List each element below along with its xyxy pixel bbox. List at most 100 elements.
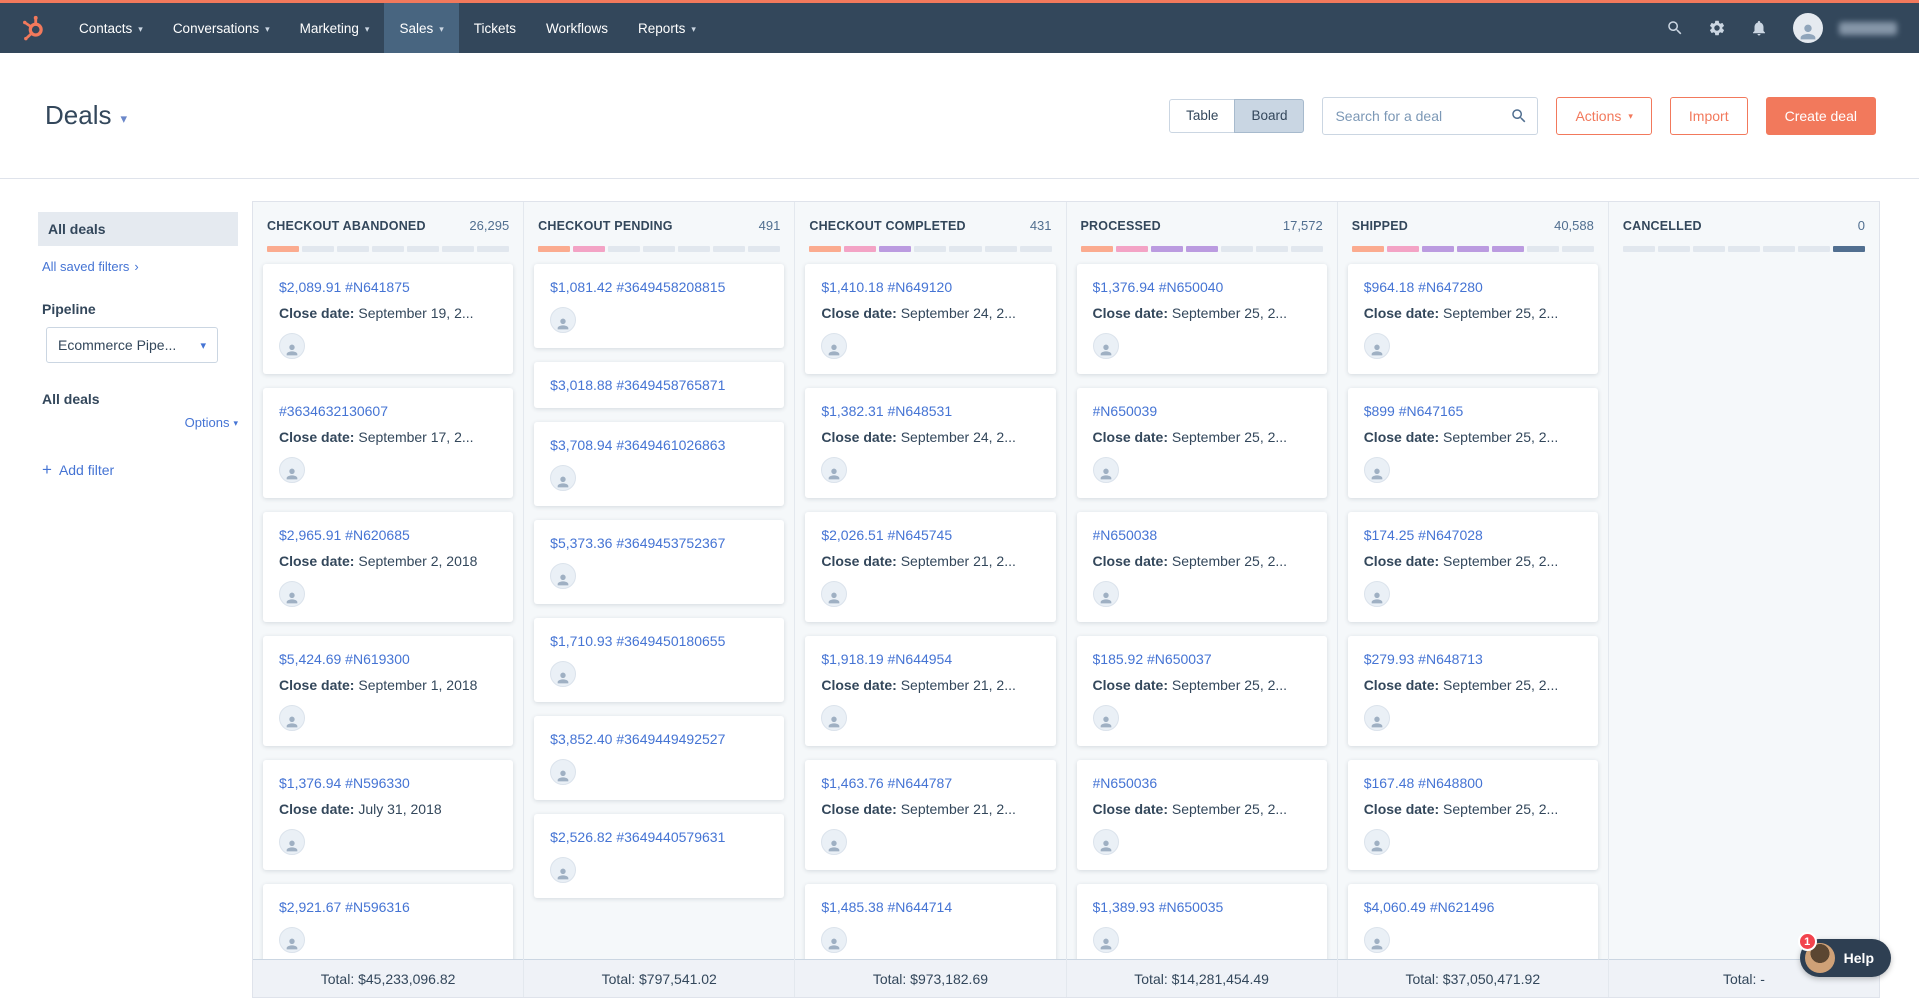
search-icon[interactable] [1510, 107, 1528, 128]
deal-title-link[interactable]: $899 #N647165 [1364, 403, 1582, 419]
deal-title-link[interactable]: $185.92 #N650037 [1093, 651, 1311, 667]
pipeline-select[interactable]: Ecommerce Pipe... ▾ [46, 327, 218, 363]
deal-title-link[interactable]: $5,373.36 #3649453752367 [550, 535, 768, 551]
deal-title-link[interactable]: #3634632130607 [279, 403, 497, 419]
deal-card[interactable]: $2,089.91 #N641875 Close date: September … [263, 264, 514, 374]
deal-card[interactable]: $1,389.93 #N650035 [1076, 884, 1327, 959]
deal-card[interactable]: $1,710.93 #3649450180655 [534, 618, 785, 702]
deal-card[interactable]: $1,485.38 #N644714 [805, 884, 1056, 959]
deal-card[interactable]: $2,921.67 #N596316 [263, 884, 514, 959]
deal-card[interactable]: $3,708.94 #3649461026863 [534, 422, 785, 506]
deal-title-link[interactable]: $1,463.76 #N644787 [821, 775, 1039, 791]
column-name: CHECKOUT PENDING [538, 219, 673, 233]
deal-card[interactable]: $1,376.94 #N596330 Close date: July 31, 2… [263, 760, 514, 870]
deal-title-link[interactable]: $1,710.93 #3649450180655 [550, 633, 768, 649]
deal-title-link[interactable]: $2,965.91 #N620685 [279, 527, 497, 543]
nav-item-sales[interactable]: Sales ▾ [384, 3, 459, 53]
deal-title-link[interactable]: $1,376.94 #N650040 [1093, 279, 1311, 295]
deal-card[interactable]: $174.25 #N647028 Close date: September 25… [1347, 512, 1598, 622]
deal-title-link[interactable]: #N650036 [1093, 775, 1311, 791]
deal-title-link[interactable]: $5,424.69 #N619300 [279, 651, 497, 667]
deal-card[interactable]: $185.92 #N650037 Close date: September 25… [1076, 636, 1327, 746]
nav-item-conversations[interactable]: Conversations ▾ [158, 3, 285, 53]
deal-card[interactable]: $1,463.76 #N644787 Close date: September … [805, 760, 1056, 870]
pipeline-column: CHECKOUT ABANDONED 26,295 $2,089.91 #N6418… [253, 202, 525, 997]
deal-title-link[interactable]: $1,918.19 #N644954 [821, 651, 1039, 667]
board-view-button[interactable]: Board [1234, 98, 1305, 133]
deal-card[interactable]: $3,018.88 #3649458765871 [534, 362, 785, 408]
deal-card[interactable]: $2,965.91 #N620685 Close date: September … [263, 512, 514, 622]
deal-title-link[interactable]: $4,060.49 #N621496 [1364, 899, 1582, 915]
deal-card[interactable]: $4,060.49 #N621496 [1347, 884, 1598, 959]
nav-item-contacts[interactable]: Contacts ▾ [64, 3, 158, 53]
user-name-blurred[interactable] [1839, 21, 1897, 35]
deal-card[interactable]: $1,918.19 #N644954 Close date: September … [805, 636, 1056, 746]
deal-title-link[interactable]: $1,376.94 #N596330 [279, 775, 497, 791]
options-dropdown[interactable]: Options ▾ [38, 415, 238, 430]
deal-card[interactable]: #N650036 Close date: September 25, 2... [1076, 760, 1327, 870]
contact-avatar [1092, 927, 1119, 953]
create-deal-button[interactable]: Create deal [1765, 96, 1876, 135]
deal-card[interactable]: $167.48 #N648800 Close date: September 25… [1347, 760, 1598, 870]
deal-title-link[interactable]: $2,089.91 #N641875 [279, 279, 497, 295]
deal-title-link[interactable]: $174.25 #N647028 [1364, 527, 1582, 543]
table-view-button[interactable]: Table [1169, 98, 1236, 133]
deal-card[interactable]: $964.18 #N647280 Close date: September 25… [1347, 264, 1598, 374]
person-icon [1371, 938, 1383, 950]
deal-title-link[interactable]: $3,018.88 #3649458765871 [550, 377, 768, 393]
close-date-value: September 25, 2... [1443, 429, 1559, 445]
person-icon [829, 592, 840, 604]
deal-card[interactable]: #N650038 Close date: September 25, 2... [1076, 512, 1327, 622]
deal-card[interactable]: $5,373.36 #3649453752367 [534, 520, 785, 604]
deal-card[interactable]: $2,526.82 #3649440579631 [534, 814, 785, 898]
deal-card[interactable]: $899 #N647165 Close date: September 25, 2… [1347, 388, 1598, 498]
nav-item-workflows[interactable]: Workflows [531, 3, 623, 53]
close-date-label: Close date: [1092, 429, 1172, 445]
deal-card[interactable]: $1,410.18 #N649120 Close date: September … [805, 264, 1056, 374]
deal-card[interactable]: #N650039 Close date: September 25, 2... [1076, 388, 1327, 498]
close-date: Close date: September 25, 2... [1093, 677, 1311, 693]
person-icon [1371, 592, 1383, 604]
help-button[interactable]: 1 Help [1797, 932, 1891, 977]
bell-icon[interactable] [1741, 10, 1777, 46]
add-filter-button[interactable]: + Add filter [42, 461, 238, 478]
deal-title-link[interactable]: $167.48 #N648800 [1364, 775, 1582, 791]
gear-icon[interactable] [1699, 10, 1735, 46]
deal-title-link[interactable]: $2,526.82 #3649440579631 [550, 829, 768, 845]
hubspot-logo[interactable] [20, 3, 46, 53]
deal-title-link[interactable]: #N650038 [1093, 527, 1311, 543]
search-icon[interactable] [1657, 10, 1693, 46]
nav-item-tickets[interactable]: Tickets [459, 3, 531, 53]
import-button[interactable]: Import [1669, 96, 1748, 135]
deal-card[interactable]: $279.93 #N648713 Close date: September 25… [1347, 636, 1598, 746]
deal-title-link[interactable]: $2,026.51 #N645745 [821, 527, 1039, 543]
sidebar-item-all-deals[interactable]: All deals [38, 212, 238, 246]
deal-card[interactable]: $5,424.69 #N619300 Close date: September … [263, 636, 514, 746]
deal-title-link[interactable]: $3,852.40 #3649449492527 [550, 731, 768, 747]
deal-title-link[interactable]: #N650039 [1093, 403, 1311, 419]
user-avatar[interactable] [1793, 13, 1823, 43]
deal-title-link[interactable]: $1,485.38 #N644714 [821, 899, 1039, 915]
deal-card[interactable]: $2,026.51 #N645745 Close date: September … [805, 512, 1056, 622]
deal-card[interactable]: $1,376.94 #N650040 Close date: September … [1076, 264, 1327, 374]
page-title-dropdown[interactable]: Deals ▾ [45, 100, 127, 131]
deal-title-link[interactable]: $1,410.18 #N649120 [821, 279, 1039, 295]
person-icon [286, 938, 298, 950]
nav-item-reports[interactable]: Reports ▾ [623, 3, 711, 53]
deal-title-link[interactable]: $3,708.94 #3649461026863 [550, 437, 768, 453]
nav-item-marketing[interactable]: Marketing ▾ [285, 3, 385, 53]
deal-title-link[interactable]: $1,081.42 #3649458208815 [550, 279, 768, 295]
deal-card[interactable]: $1,382.31 #N648531 Close date: September … [805, 388, 1056, 498]
deal-title-link[interactable]: $1,389.93 #N650035 [1093, 899, 1311, 915]
deal-search-input[interactable] [1322, 96, 1539, 135]
actions-button[interactable]: Actions ▾ [1556, 96, 1652, 135]
deal-title-link[interactable]: $279.93 #N648713 [1364, 651, 1582, 667]
all-saved-filters-link[interactable]: All saved filters › [42, 259, 238, 274]
deal-title-link[interactable]: $2,921.67 #N596316 [279, 899, 497, 915]
deal-title-link[interactable]: $1,382.31 #N648531 [821, 403, 1039, 419]
deal-card[interactable]: $1,081.42 #3649458208815 [534, 264, 785, 348]
deal-card[interactable]: $3,852.40 #3649449492527 [534, 716, 785, 800]
deal-card[interactable]: #3634632130607 Close date: September 17, … [263, 388, 514, 498]
deal-title-link[interactable]: $964.18 #N647280 [1364, 279, 1582, 295]
board-columns: CHECKOUT ABANDONED 26,295 $2,089.91 #N6418… [252, 201, 1880, 998]
